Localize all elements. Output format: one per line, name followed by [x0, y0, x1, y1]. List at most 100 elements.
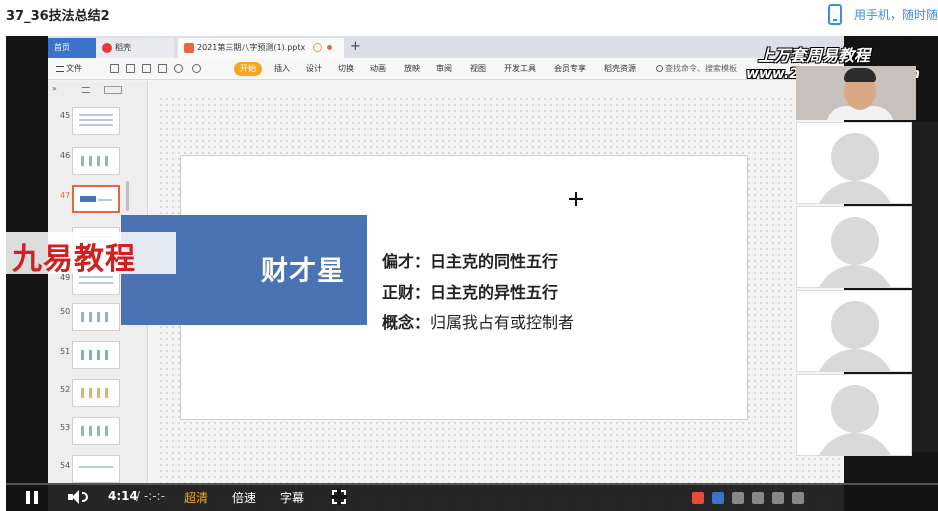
thumbnail-number: 45	[60, 111, 71, 120]
participant-tile	[796, 206, 912, 288]
watermark-top-line1: 上万套周易教程	[758, 46, 871, 65]
slide-text-line: 正财：日主克的异性五行	[382, 279, 558, 303]
fullscreen-icon[interactable]	[331, 489, 347, 505]
redo-icon[interactable]	[192, 64, 201, 73]
progress-bar[interactable]	[6, 483, 938, 485]
ribbon-tab-view[interactable]: 视图	[470, 62, 486, 76]
slide-thumbnail-active[interactable]	[72, 185, 120, 213]
system-tray	[692, 487, 822, 505]
mobile-watch-link[interactable]: 用手机，随时随	[854, 6, 938, 23]
file-menu-label: 文件	[66, 64, 82, 73]
slide-thumbnail[interactable]	[72, 303, 120, 331]
slide-text-line: 偏才：日主克的同性五行	[382, 248, 558, 272]
page-title: 37_36技法总结2	[6, 9, 110, 24]
export-icon[interactable]	[126, 64, 135, 73]
slide-view-icon[interactable]	[104, 86, 122, 94]
outline-view-icon[interactable]	[82, 87, 90, 93]
command-search-placeholder: 查找命令、搜索模板	[665, 64, 737, 73]
thumbnail-number: 46	[60, 151, 71, 160]
ribbon-tab-developer[interactable]: 开发工具	[504, 62, 536, 76]
keyboard-icon[interactable]	[772, 491, 785, 504]
tab-file-label: 2021第三期八字预测(1).pptx	[197, 43, 306, 52]
presenter-camera	[796, 66, 916, 120]
save-icon[interactable]	[110, 64, 119, 73]
avatar-placeholder-icon	[831, 301, 879, 349]
thumbnail-number: 51	[60, 347, 71, 356]
slide-thumbnail[interactable]	[72, 147, 120, 175]
thumbnail-scrollbar[interactable]	[126, 181, 129, 211]
thumbnail-number-active: 47	[60, 191, 71, 200]
avatar-placeholder-icon	[831, 133, 879, 181]
page-header: 37_36技法总结2 用手机，随时随	[0, 0, 938, 30]
ribbon-tab-design[interactable]: 设计	[306, 62, 322, 76]
thumbnail-number: 50	[60, 307, 71, 316]
right-edge-strip	[912, 122, 938, 452]
tab-wps-label: 稻壳	[115, 43, 131, 52]
presenter-hair	[844, 68, 876, 82]
avatar-placeholder-icon	[831, 385, 879, 433]
tab-wps[interactable]: 稻壳	[96, 38, 174, 58]
quality-button[interactable]: 超清	[184, 489, 208, 506]
thumbnail-number: 53	[60, 423, 71, 432]
slide-text-line: 概念：归属我占有或控制者	[382, 309, 574, 333]
undo-icon[interactable]	[174, 64, 183, 73]
file-menu[interactable]: 文件	[56, 62, 82, 76]
thumbnail-number: 52	[60, 385, 71, 394]
move-cursor-icon	[569, 192, 583, 206]
ribbon-tab-insert[interactable]: 插入	[274, 62, 290, 76]
print-icon[interactable]	[142, 64, 151, 73]
warning-icon	[313, 43, 323, 52]
slide-title: 财才星	[261, 256, 345, 287]
phone-icon[interactable]	[828, 4, 842, 25]
speed-button[interactable]: 倍速	[232, 489, 256, 506]
total-time: / -:-:-	[136, 489, 165, 503]
ribbon-toolbar: 文件 开始 插入 设计 切换 动画 放映 审阅 视图 开发工具 会员专享 稻壳资…	[48, 58, 844, 80]
page-root: 37_36技法总结2 用手机，随时随 首页 稻壳 2021第三期八字预测(1).…	[0, 0, 938, 511]
ribbon-tab-review[interactable]: 审阅	[436, 62, 452, 76]
ribbon-tab-transition[interactable]: 切换	[338, 62, 354, 76]
pause-icon[interactable]	[26, 491, 38, 504]
tab-home[interactable]: 首页	[48, 38, 96, 58]
ribbon-tab-resources[interactable]: 稻壳资源	[604, 62, 636, 76]
participant-tile	[796, 290, 912, 372]
input-method-icon[interactable]	[712, 491, 725, 504]
slide-thumbnail[interactable]	[72, 379, 120, 407]
search-icon	[656, 65, 663, 72]
avatar-placeholder-icon	[831, 217, 879, 265]
tools-icon[interactable]	[792, 491, 805, 504]
panel-collapse-icon[interactable]: »	[52, 84, 57, 93]
tab-file[interactable]: 2021第三期八字预测(1).pptx	[178, 38, 344, 58]
subtitles-button[interactable]: 字幕	[280, 489, 304, 506]
slide-term: 偏才：	[382, 252, 431, 271]
participant-tile	[796, 374, 912, 456]
volume-wave-icon	[82, 492, 88, 502]
ribbon-tab-animation[interactable]: 动画	[370, 62, 386, 76]
slide-thumbnail[interactable]	[72, 417, 120, 445]
player-controls: 4:14 / -:-:- 超清 倍速 字幕	[6, 483, 938, 511]
slide-definition: 归属我占有或控制者	[430, 313, 575, 332]
unsaved-dot-icon	[327, 45, 333, 50]
video-player[interactable]: 首页 稻壳 2021第三期八字预测(1).pptx + 文件 开始 插入 设计 …	[6, 36, 938, 511]
slide-definition: 日主克的异性五行	[430, 283, 559, 302]
wps-logo-icon	[102, 42, 112, 53]
ribbon-tab-member[interactable]: 会员专享	[554, 62, 586, 76]
new-tab-button[interactable]: +	[350, 38, 361, 56]
ribbon-tab-slideshow[interactable]: 放映	[404, 62, 420, 76]
slide-thumbnail[interactable]	[72, 341, 120, 369]
slide-thumbnail[interactable]	[72, 455, 120, 483]
command-search[interactable]: 查找命令、搜索模板	[656, 62, 746, 76]
thumbnail-number: 54	[60, 461, 71, 470]
current-time: 4:14	[108, 489, 138, 503]
slide-definition: 日主克的同性五行	[430, 252, 559, 271]
watermark-left-text: 九易教程	[12, 242, 136, 277]
emoji-icon[interactable]	[732, 491, 745, 504]
preview-icon[interactable]	[158, 64, 167, 73]
slide-thumbnail[interactable]	[72, 107, 120, 135]
sogou-icon[interactable]	[692, 491, 704, 504]
ribbon-tab-home[interactable]: 开始	[234, 62, 262, 76]
mic-icon[interactable]	[752, 491, 765, 504]
slide-term: 正财：	[382, 283, 431, 302]
document-tab-bar: 首页 稻壳 2021第三期八字预测(1).pptx +	[48, 36, 844, 58]
watermark-left: 九易教程	[6, 232, 176, 277]
participant-tile	[796, 122, 912, 204]
